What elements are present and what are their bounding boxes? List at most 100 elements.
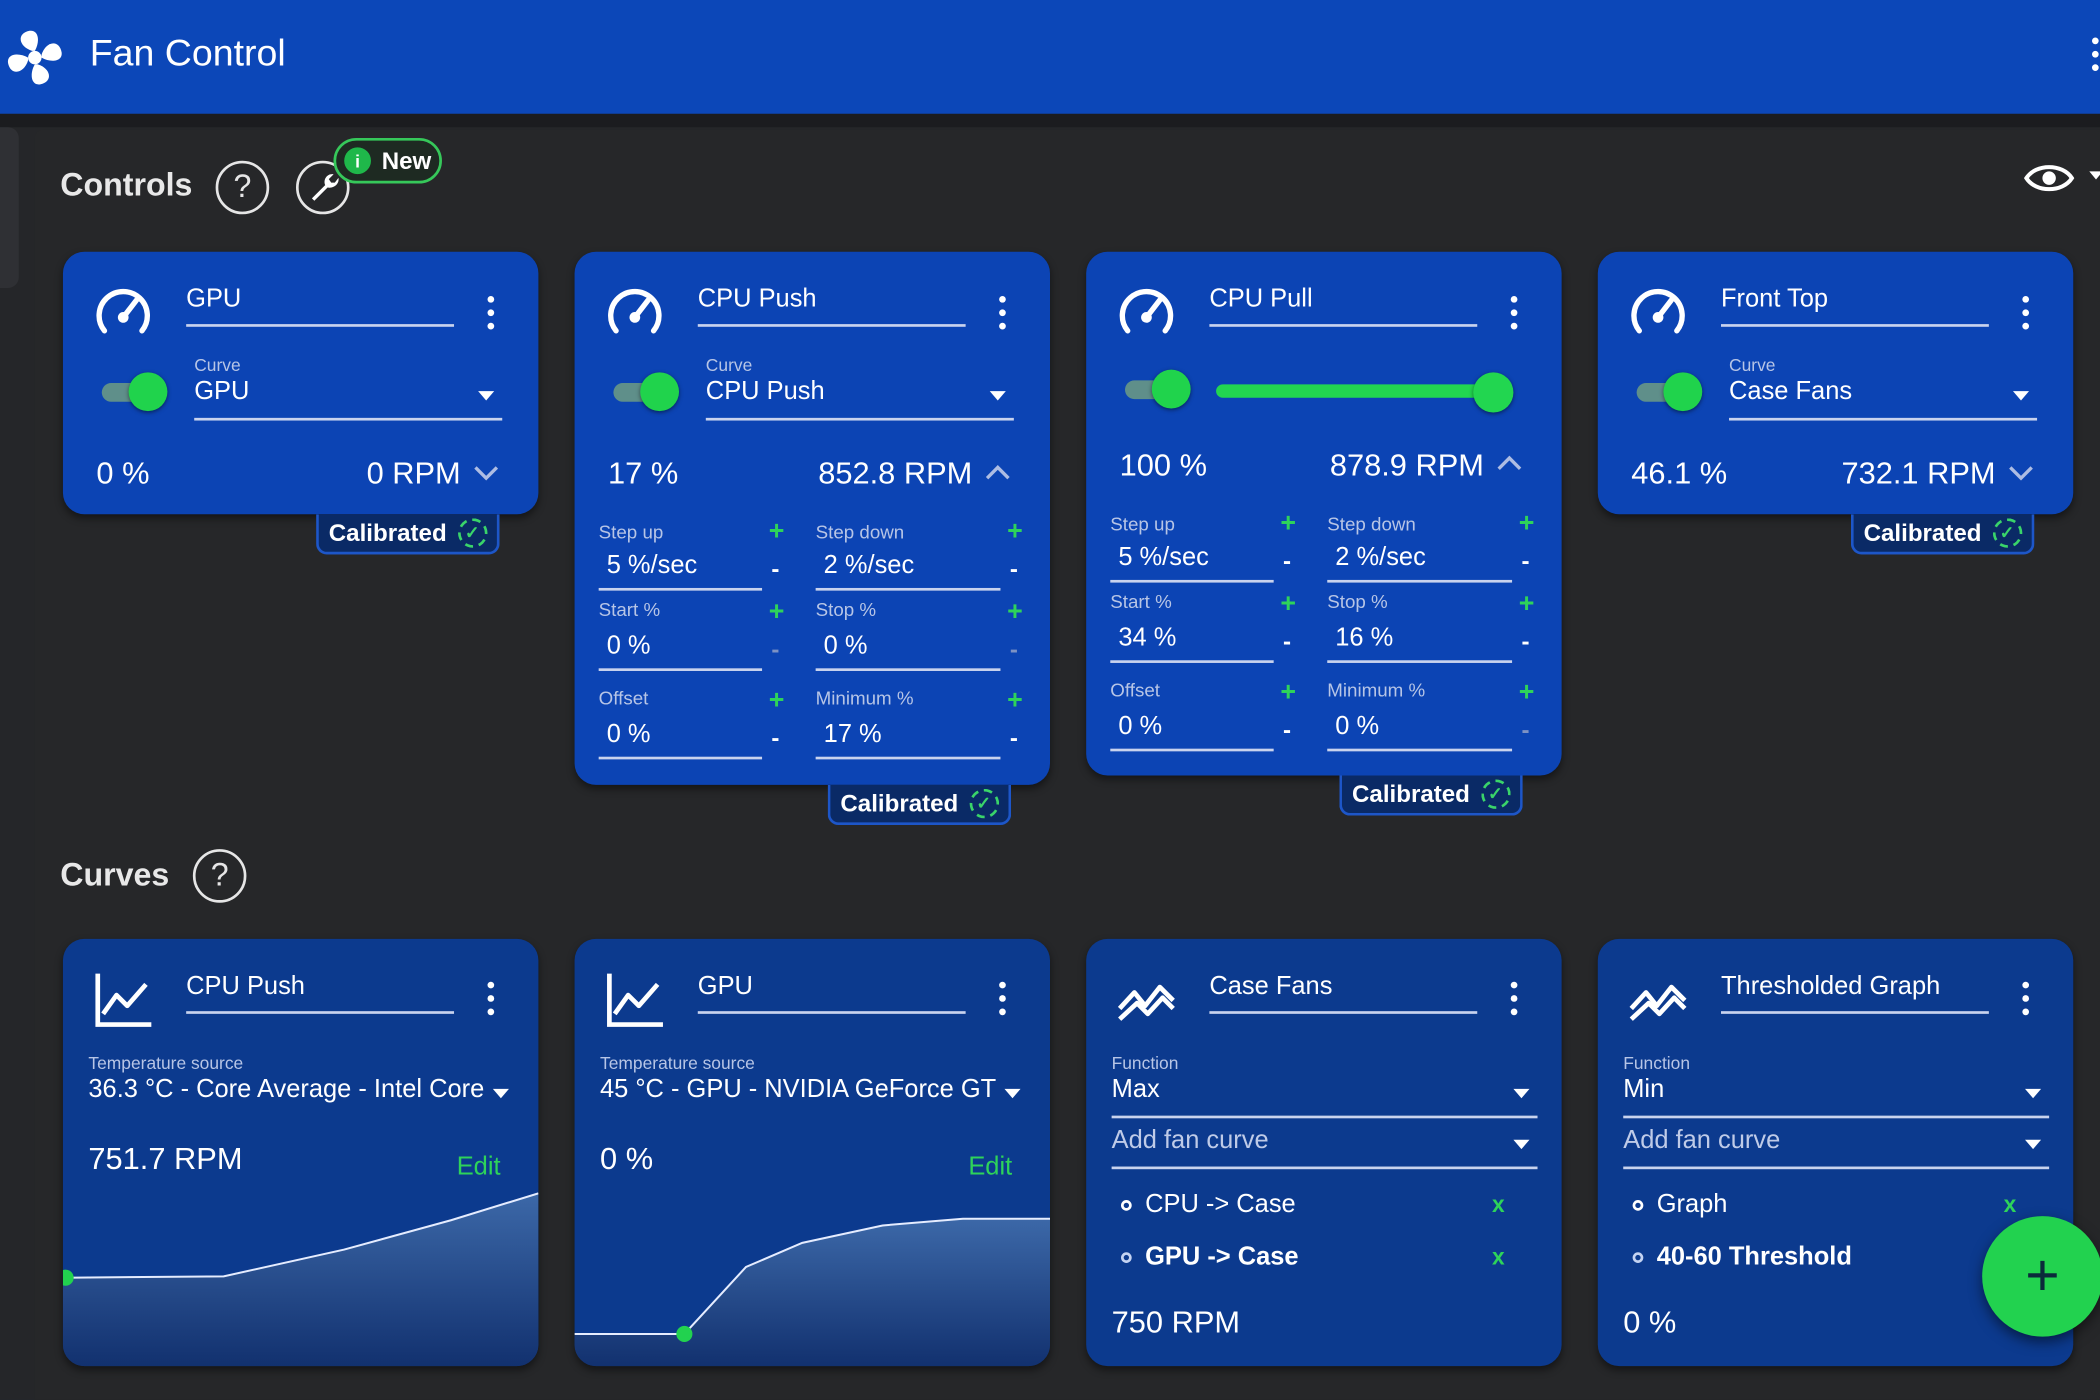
offset-input[interactable]: 0 %: [598, 719, 763, 760]
kebab-menu-icon[interactable]: [999, 981, 1007, 1020]
step-up-decrease[interactable]: -: [771, 557, 779, 581]
curve-name-input[interactable]: Thresholded Graph: [1721, 971, 1989, 1014]
start-increase[interactable]: +: [1280, 591, 1296, 618]
step-up-input[interactable]: 5 %/sec: [598, 550, 763, 591]
step-down-increase[interactable]: +: [1519, 510, 1535, 537]
start-decrease[interactable]: -: [771, 638, 779, 662]
function-select[interactable]: Max: [1111, 1073, 1538, 1119]
visibility-dropdown-icon[interactable]: [2089, 171, 2100, 180]
curve-select[interactable]: CPU Push: [705, 375, 1014, 421]
app-window: Fan Control Controls ? i New GPU Curve G…: [0, 0, 2100, 1400]
kebab-menu-icon[interactable]: [487, 295, 496, 334]
control-card-cpu-pull: CPU Pull 100 % 878.9 RPM Step up + 5 %/s…: [1086, 251, 1562, 776]
step-down-increase[interactable]: +: [1007, 518, 1023, 545]
start-decrease[interactable]: -: [1283, 629, 1291, 653]
offset-decrease[interactable]: -: [771, 726, 779, 750]
new-badge: i New: [333, 137, 442, 184]
offset-increase[interactable]: +: [769, 687, 785, 714]
curve-select[interactable]: GPU: [194, 375, 503, 421]
control-name-input[interactable]: GPU: [186, 284, 455, 327]
chevron-down-icon[interactable]: [2008, 463, 2035, 482]
step-down-input[interactable]: 2 %/sec: [815, 550, 1001, 591]
add-fan-curve-select[interactable]: Add fan curve: [1623, 1124, 2050, 1170]
stop-input[interactable]: 16 %: [1327, 623, 1513, 663]
eye-icon[interactable]: [2022, 158, 2076, 198]
stop-decrease[interactable]: -: [1521, 629, 1529, 653]
mix-curve-icon: [1629, 984, 1687, 1021]
start-increase[interactable]: +: [769, 599, 785, 626]
controls-help-icon[interactable]: ?: [215, 160, 270, 215]
curve-name-input[interactable]: GPU: [697, 971, 966, 1014]
remove-curve-button[interactable]: x: [1492, 1192, 1505, 1219]
control-name-input[interactable]: CPU Push: [697, 284, 966, 327]
minimum-input[interactable]: 0 %: [1327, 711, 1513, 752]
curve-preview-graph: [574, 1217, 1051, 1367]
app-menu-button[interactable]: [2091, 37, 2099, 76]
add-fan-curve-select[interactable]: Add fan curve: [1111, 1124, 1538, 1170]
curves-help-icon[interactable]: ?: [192, 849, 247, 903]
list-item: Graph: [1632, 1191, 1727, 1220]
curve-name-input[interactable]: CPU Push: [186, 971, 455, 1014]
temperature-source-select[interactable]: 36.3 °C - Core Average - Intel Core: [88, 1073, 517, 1119]
fan-icon: [7, 30, 62, 85]
step-up-input[interactable]: 5 %/sec: [1110, 542, 1274, 583]
manual-speed-slider[interactable]: [1216, 372, 1517, 413]
check-circle-icon: ✓: [969, 788, 999, 819]
minimum-increase[interactable]: +: [1519, 679, 1535, 706]
curve-preview-graph: [62, 1192, 539, 1367]
kebab-menu-icon[interactable]: [999, 295, 1007, 334]
edit-curve-button[interactable]: Edit: [968, 1153, 1012, 1182]
kebab-menu-icon[interactable]: [487, 981, 496, 1020]
step-up-increase[interactable]: +: [769, 518, 785, 545]
edit-curve-button[interactable]: Edit: [457, 1153, 501, 1182]
stop-decrease[interactable]: -: [1010, 638, 1018, 662]
step-down-decrease[interactable]: -: [1521, 549, 1529, 573]
stop-increase[interactable]: +: [1519, 591, 1535, 618]
minimum-decrease[interactable]: -: [1521, 718, 1529, 742]
chevron-down-icon[interactable]: [473, 463, 500, 482]
remove-curve-button[interactable]: x: [2004, 1192, 2017, 1219]
temperature-source-select[interactable]: 45 °C - GPU - NVIDIA GeForce GT: [600, 1073, 1029, 1119]
stop-input[interactable]: 0 %: [815, 631, 1001, 671]
curve-name-input[interactable]: Case Fans: [1209, 971, 1478, 1014]
minimum-increase[interactable]: +: [1007, 687, 1023, 714]
step-down-input[interactable]: 2 %/sec: [1327, 542, 1513, 583]
offset-increase[interactable]: +: [1280, 679, 1296, 706]
curve-select[interactable]: Case Fans: [1729, 375, 2038, 421]
curve-label: Curve: [1729, 354, 1776, 376]
enable-toggle[interactable]: [1634, 372, 1704, 412]
kebab-menu-icon[interactable]: [1510, 295, 1519, 334]
step-up-increase[interactable]: +: [1280, 510, 1296, 537]
stop-increase[interactable]: +: [1007, 599, 1023, 626]
offset-input[interactable]: 0 %: [1110, 711, 1274, 752]
line-chart-icon: [607, 973, 663, 1027]
function-select[interactable]: Min: [1623, 1073, 2050, 1119]
enable-toggle[interactable]: [99, 372, 169, 412]
enable-toggle[interactable]: [611, 372, 681, 412]
control-name-input[interactable]: CPU Pull: [1209, 284, 1478, 327]
add-curve-button[interactable]: +: [1982, 1216, 2100, 1337]
start-input[interactable]: 0 %: [598, 631, 763, 671]
start-input[interactable]: 34 %: [1110, 623, 1274, 663]
minimum-decrease[interactable]: -: [1010, 726, 1018, 750]
remove-curve-button[interactable]: x: [1492, 1244, 1505, 1271]
navigation-rail-handle[interactable]: [0, 127, 19, 288]
kebab-menu-icon[interactable]: [1510, 981, 1519, 1020]
control-card-gpu: GPU Curve GPU 0 % 0 RPM: [62, 251, 539, 515]
chevron-up-icon[interactable]: [1496, 454, 1523, 473]
minimum-input[interactable]: 17 %: [815, 719, 1001, 760]
temperature-source-label: Temperature source: [88, 1052, 244, 1073]
enable-toggle[interactable]: [1122, 369, 1192, 410]
check-circle-icon: ✓: [457, 518, 487, 548]
fan-percent: 0 %: [96, 455, 150, 491]
control-name-input[interactable]: Front Top: [1721, 284, 1989, 327]
chevron-up-icon[interactable]: [984, 463, 1011, 482]
kebab-menu-icon[interactable]: [2022, 295, 2030, 334]
step-up-decrease[interactable]: -: [1283, 549, 1291, 573]
slider-handle[interactable]: [1473, 372, 1514, 413]
offset-decrease[interactable]: -: [1283, 718, 1291, 742]
step-down-label: Step down: [1327, 512, 1416, 535]
curve-label: Curve: [705, 354, 753, 376]
kebab-menu-icon[interactable]: [2022, 981, 2030, 1020]
step-down-decrease[interactable]: -: [1010, 557, 1018, 581]
